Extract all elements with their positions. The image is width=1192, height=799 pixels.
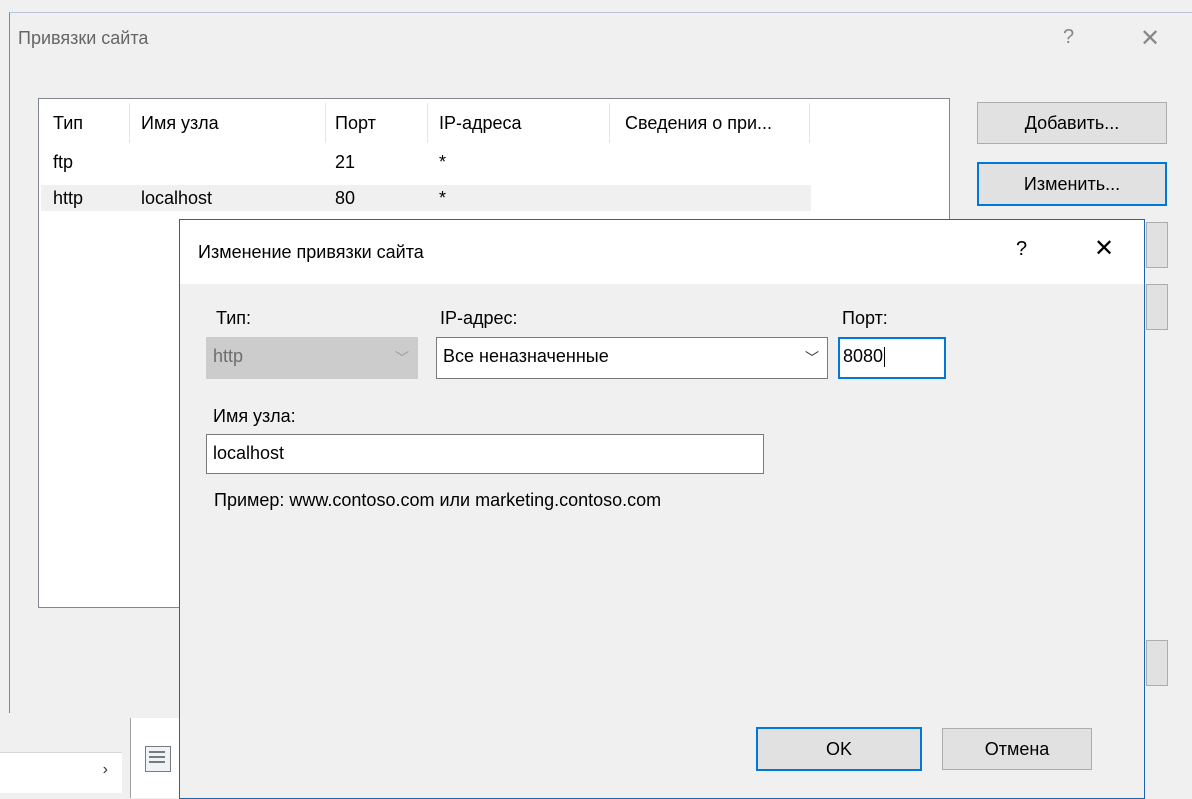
chevron-right-icon[interactable]: › [103, 761, 108, 779]
column-header-host[interactable]: Имя узла [141, 113, 219, 134]
column-divider [325, 103, 326, 143]
add-button[interactable]: Добавить... [977, 102, 1167, 144]
ip-select[interactable]: Все неназначенные ﹀ [436, 337, 828, 379]
column-divider [427, 103, 428, 143]
type-select: http ﹀ [206, 337, 418, 379]
ip-label: IP-адрес: [440, 308, 518, 328]
close-button[interactable] [1146, 640, 1168, 686]
help-icon[interactable]: ? [1063, 26, 1074, 49]
host-input[interactable]: localhost [206, 434, 764, 474]
site-bindings-title: Привязки сайта [18, 28, 149, 48]
browse-button[interactable] [1146, 284, 1168, 330]
host-value: localhost [213, 443, 285, 463]
edit-binding-title: Изменение привязки сайта [198, 242, 424, 262]
row-port: 80 [335, 188, 356, 208]
example-text: Пример: www.contoso.com или marketing.co… [214, 490, 662, 510]
ip-value: Все неназначенные [443, 346, 609, 366]
port-value: 8080 [843, 346, 884, 366]
ok-button[interactable]: OK [756, 727, 922, 771]
column-header-type[interactable]: Тип [53, 113, 83, 134]
help-icon[interactable]: ? [1016, 238, 1027, 261]
grid-icon[interactable] [145, 746, 171, 772]
table-row[interactable]: http localhost 80 * [41, 185, 811, 211]
port-label: Порт: [842, 308, 888, 328]
text-caret [884, 347, 886, 368]
column-header-port[interactable]: Порт [335, 113, 376, 134]
port-input[interactable]: 8080 [838, 337, 946, 379]
remove-button[interactable] [1146, 222, 1168, 268]
row-type: http [53, 188, 84, 208]
row-ip: * [439, 188, 447, 208]
row-host: localhost [141, 188, 213, 208]
row-type: ftp [53, 152, 74, 172]
column-header-info[interactable]: Сведения о при... [625, 113, 772, 134]
close-icon[interactable]: ✕ [1140, 24, 1160, 53]
table-row[interactable]: ftp 21 * [41, 149, 811, 175]
chevron-down-icon[interactable]: ﹀ [805, 348, 819, 368]
cancel-button[interactable]: Отмена [942, 728, 1092, 770]
type-label: Тип: [216, 308, 252, 328]
column-divider [129, 103, 130, 143]
chevron-down-icon: ﹀ [395, 350, 409, 366]
background-window-edge [0, 0, 9, 718]
column-divider [809, 103, 810, 143]
close-icon[interactable]: ✕ [1094, 234, 1114, 263]
column-divider [609, 103, 610, 143]
row-port: 21 [335, 152, 356, 172]
host-label: Имя узла: [213, 406, 296, 426]
edit-button[interactable]: Изменить... [977, 162, 1167, 206]
column-header-ip[interactable]: IP-адреса [439, 113, 522, 134]
background-nav[interactable]: › [0, 752, 122, 793]
type-value: http [213, 346, 244, 366]
row-ip: * [439, 152, 447, 172]
